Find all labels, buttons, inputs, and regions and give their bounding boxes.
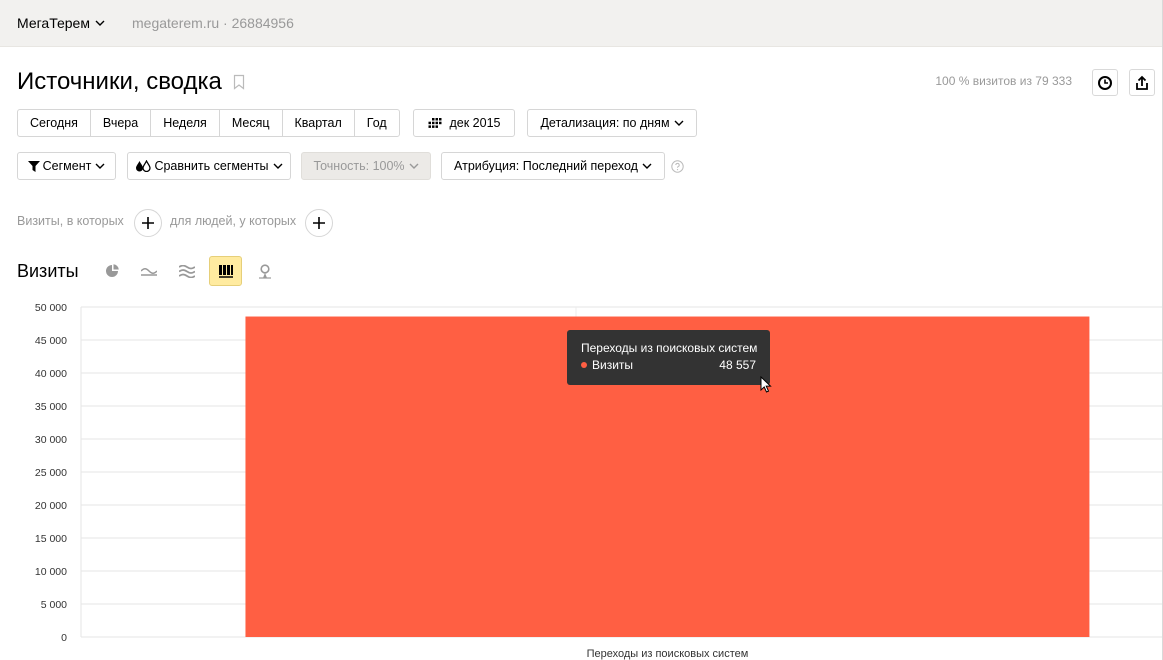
- plus-icon: [142, 217, 154, 229]
- tooltip-series-name: Визиты: [592, 358, 634, 372]
- tooltip-value: 48 557: [719, 358, 756, 372]
- attribution-label: Атрибуция: Последний переход: [454, 159, 638, 173]
- chevron-down-icon: [409, 163, 419, 169]
- y-tick-label: 45 000: [35, 335, 67, 347]
- y-tick-label: 15 000: [35, 533, 67, 545]
- y-tick-label: 0: [61, 632, 67, 644]
- x-tick-label: Переходы из поисковых систем: [587, 648, 749, 660]
- y-tick-label: 25 000: [35, 467, 67, 479]
- page-title: Источники, сводка: [17, 68, 222, 95]
- y-tick-label: 5 000: [41, 599, 67, 611]
- period-quarter[interactable]: Квартал: [281, 110, 354, 136]
- clock-icon: [1098, 75, 1112, 90]
- detail-selector[interactable]: Детализация: по дням: [527, 109, 697, 137]
- period-month[interactable]: Месяц: [218, 110, 282, 136]
- detail-label: Детализация: по дням: [540, 116, 670, 130]
- attribution-selector[interactable]: Атрибуция: Последний переход: [441, 152, 665, 180]
- date-range-label: дек 2015: [449, 116, 501, 130]
- chart-type-line[interactable]: [132, 256, 165, 286]
- plus-icon: [313, 217, 325, 229]
- y-tick-label: 20 000: [35, 500, 67, 512]
- area-chart-icon: [178, 264, 195, 278]
- y-tick-label: 35 000: [35, 401, 67, 413]
- y-tick-label: 50 000: [35, 302, 67, 314]
- share-icon: [1136, 75, 1148, 90]
- segment-button[interactable]: Сегмент: [17, 152, 116, 180]
- add-visit-filter-button[interactable]: [134, 209, 162, 237]
- chart-tooltip: Переходы из поисковых систем Визиты 48 5…: [567, 330, 770, 385]
- y-tick-label: 10 000: [35, 566, 67, 578]
- bookmark-icon[interactable]: [233, 74, 245, 90]
- y-tick-label: 30 000: [35, 434, 67, 446]
- compare-segments-label: Сравнить сегменты: [154, 159, 269, 173]
- pie-chart-icon: [105, 264, 119, 277]
- period-year[interactable]: Год: [353, 110, 399, 136]
- tooltip-series: Визиты: [581, 358, 633, 372]
- date-range-button[interactable]: дек 2015: [413, 109, 515, 137]
- y-tick-label: 40 000: [35, 368, 67, 380]
- map-pin-icon: [258, 263, 271, 279]
- site-url: megaterem.ru · 26884956: [132, 15, 294, 31]
- people-filter-label: для людей, у которых: [170, 214, 297, 228]
- chevron-down-icon: [95, 20, 105, 26]
- chart-section-title: Визиты: [17, 261, 79, 281]
- segment-label: Сегмент: [42, 159, 92, 173]
- history-button[interactable]: [1092, 69, 1118, 96]
- chart-type-area[interactable]: [170, 256, 203, 286]
- chart-type-bar[interactable]: [209, 256, 242, 286]
- chevron-down-icon: [642, 163, 652, 169]
- chevron-down-icon: [95, 163, 105, 169]
- visits-share: 100 % визитов из 79 333: [935, 74, 1072, 88]
- counter-selector[interactable]: МегаТерем: [17, 15, 105, 31]
- compare-segments-button[interactable]: Сравнить сегменты: [127, 152, 291, 180]
- drops-icon: [136, 160, 152, 172]
- export-button[interactable]: [1129, 69, 1155, 96]
- mouse-cursor-icon: [760, 376, 772, 393]
- visits-filter-label: Визиты, в которых: [17, 214, 124, 228]
- add-people-filter-button[interactable]: [305, 209, 333, 237]
- accuracy-selector[interactable]: Точность: 100%: [301, 152, 431, 180]
- accuracy-label: Точность: 100%: [313, 159, 405, 173]
- period-selector: Сегодня Вчера Неделя Месяц Квартал Год: [17, 109, 400, 137]
- chart-type-map[interactable]: [248, 256, 281, 286]
- period-week[interactable]: Неделя: [150, 110, 219, 136]
- chart-type-pie[interactable]: [95, 256, 128, 286]
- top-bar: МегаТерем megaterem.ru · 26884956: [0, 0, 1163, 47]
- counter-name: МегаТерем: [17, 15, 90, 31]
- calendar-icon: [428, 118, 441, 128]
- period-yesterday[interactable]: Вчера: [89, 110, 150, 136]
- chevron-down-icon: [674, 120, 684, 126]
- period-today[interactable]: Сегодня: [18, 110, 90, 136]
- tooltip-title: Переходы из поисковых систем: [581, 341, 758, 355]
- chevron-down-icon: [273, 163, 283, 169]
- series-color-dot: [581, 361, 587, 368]
- filter-icon: [27, 160, 40, 172]
- bar-chart-icon: [218, 265, 233, 278]
- line-chart-icon: [140, 268, 157, 276]
- help-icon[interactable]: [671, 160, 684, 173]
- tooltip-row: Визиты 48 557: [581, 358, 756, 372]
